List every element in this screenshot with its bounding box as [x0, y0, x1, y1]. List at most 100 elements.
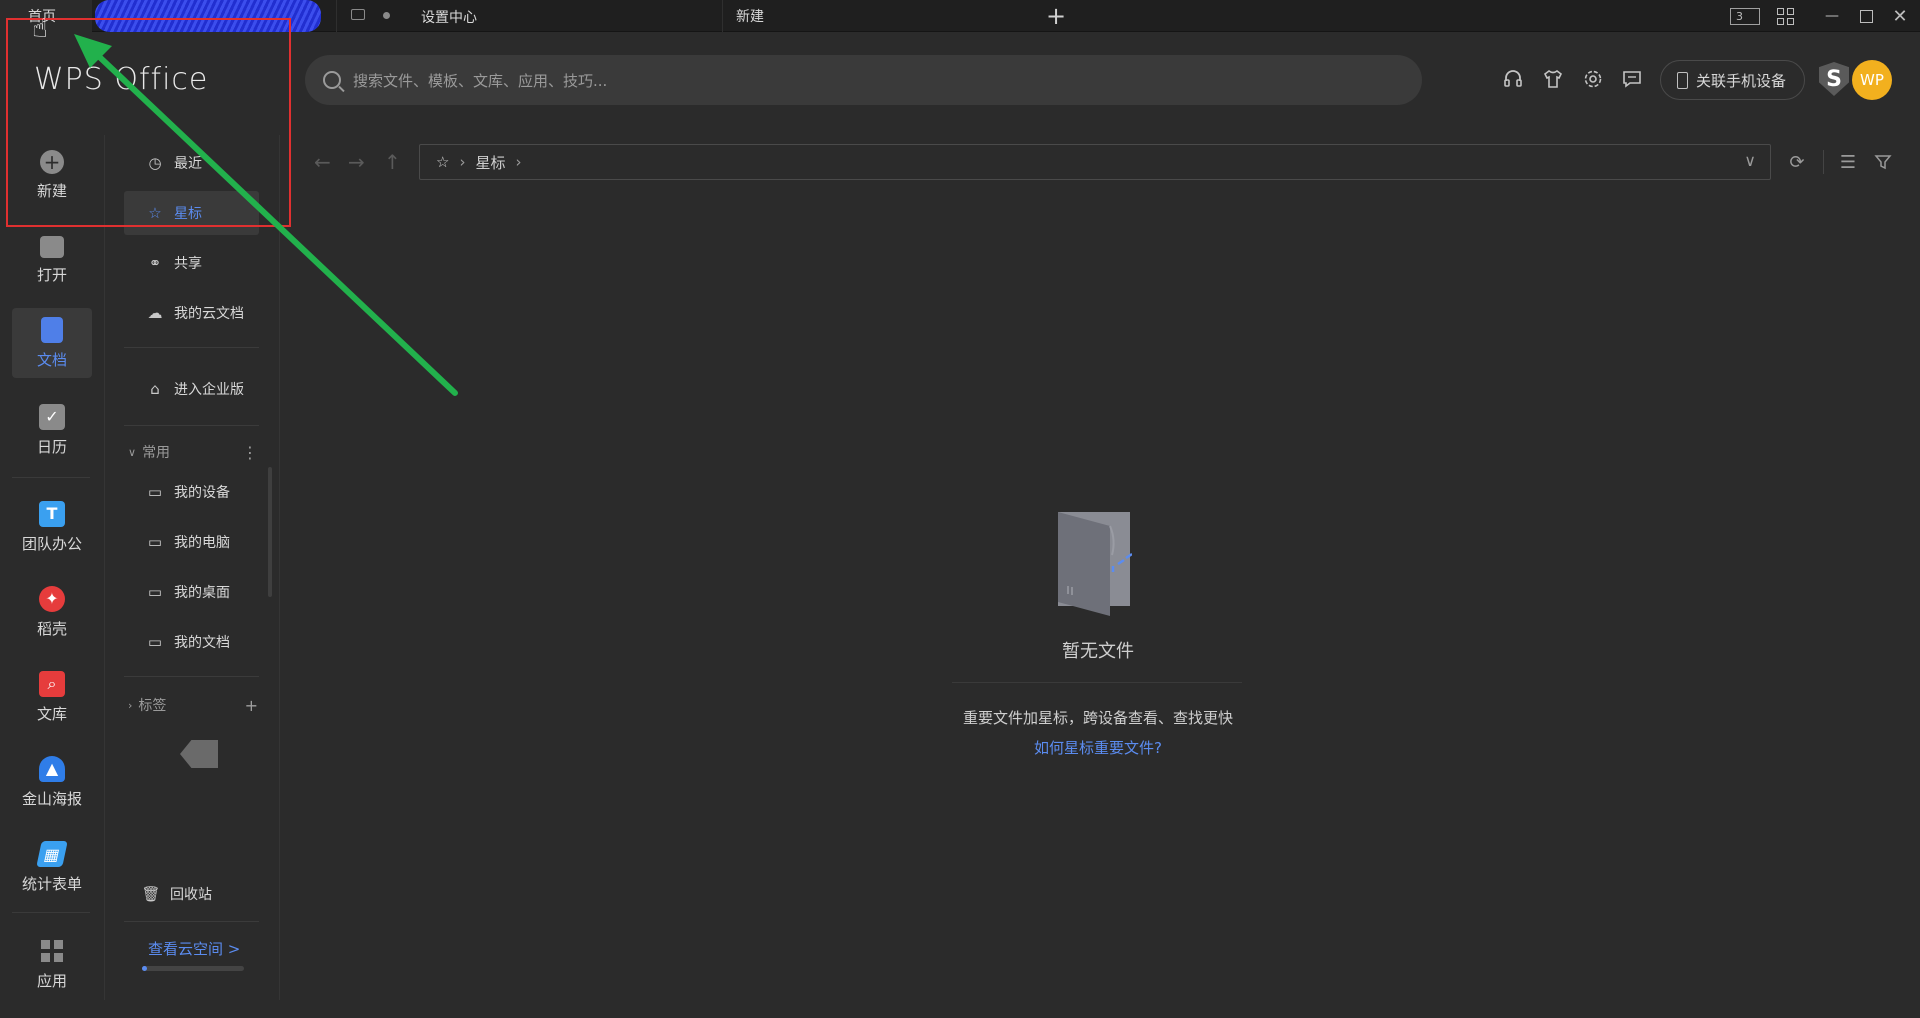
- breadcrumb[interactable]: ☆ › 星标 › ∨: [419, 144, 1771, 180]
- group-label: 标签: [138, 698, 167, 714]
- subnav-scrollbar[interactable]: [268, 467, 272, 597]
- filter-icon[interactable]: [1872, 151, 1894, 173]
- share-icon: ⚭: [148, 254, 162, 272]
- subnav-item-my-device[interactable]: ▭ 我的设备: [124, 470, 259, 514]
- device-icon: ▭: [147, 483, 163, 501]
- rail-label: 金山海报: [21, 789, 82, 808]
- headset-icon[interactable]: [1501, 67, 1525, 91]
- tab-count: 3: [1736, 9, 1743, 23]
- desktop-icon: ▭: [147, 583, 163, 601]
- plus-icon: +: [40, 149, 64, 174]
- rail-item-new[interactable]: + 新建: [12, 140, 92, 210]
- unsaved-dot-icon: [383, 12, 390, 19]
- rail-label: 统计表单: [21, 874, 82, 893]
- rail-item-apps[interactable]: 应用: [12, 929, 92, 999]
- rail-label: 日历: [36, 437, 67, 456]
- building-icon: ⌂: [150, 380, 160, 398]
- title-bar: 首页 设置中心 新建 + 3 — ✕: [0, 0, 1920, 32]
- group-common[interactable]: ∨ 常用 ⋮: [128, 440, 258, 464]
- add-tab-icon[interactable]: +: [1040, 0, 1072, 32]
- avatar-initials: WP: [1860, 71, 1884, 89]
- document-icon: [41, 316, 63, 343]
- tab-new-label: 新建: [736, 9, 764, 25]
- tab-new[interactable]: 新建: [722, 0, 1034, 32]
- refresh-icon[interactable]: ⟳: [1786, 151, 1808, 173]
- forward-arrow-icon[interactable]: →: [348, 150, 365, 174]
- subnav-item-starred[interactable]: ☆ 星标: [124, 191, 259, 235]
- back-arrow-icon[interactable]: ←: [314, 150, 331, 174]
- chevron-down-icon: ∨: [128, 445, 137, 459]
- form-icon: ▦: [36, 840, 68, 867]
- subnav-label: 我的云文档: [174, 306, 244, 322]
- subnav-item-cloud-docs[interactable]: ☁ 我的云文档: [124, 291, 259, 335]
- subnav-item-my-computer[interactable]: ▭ 我的电脑: [124, 520, 259, 564]
- breadcrumb-current[interactable]: 星标: [475, 152, 505, 173]
- subnav-divider: [124, 921, 259, 922]
- subnav-item-shared[interactable]: ⚭ 共享: [124, 241, 259, 285]
- subnav-divider: [124, 347, 259, 348]
- rail-item-team[interactable]: T 团队办公: [12, 492, 92, 562]
- how-to-star-link[interactable]: 如何星标重要文件?: [960, 737, 1236, 758]
- rail-divider: [12, 912, 90, 913]
- subnav-item-recycle[interactable]: 🗑 回收站: [124, 872, 259, 916]
- breadcrumb-separator: ›: [459, 153, 466, 171]
- rail-divider-vertical: [104, 135, 105, 1000]
- skin-shirt-icon[interactable]: [1541, 67, 1565, 91]
- view-cloud-space-link[interactable]: 查看云空间 >: [148, 938, 240, 959]
- message-icon[interactable]: [1620, 67, 1644, 91]
- search-bar[interactable]: 搜索文件、模板、文库、应用、技巧...: [305, 55, 1422, 105]
- subnav-item-enterprise[interactable]: ⌂ 进入企业版: [124, 367, 259, 411]
- link-phone-label: 关联手机设备: [1696, 71, 1787, 90]
- rail-label: 打开: [36, 265, 67, 284]
- rail-label: 文档: [36, 350, 67, 369]
- rail-item-poster[interactable]: ▲ 金山海报: [12, 747, 92, 817]
- group-tags[interactable]: › 标签 +: [128, 693, 258, 717]
- link-phone-button[interactable]: 关联手机设备: [1660, 60, 1805, 100]
- chevron-down-icon[interactable]: ∨: [1744, 151, 1756, 170]
- rail-item-docer[interactable]: ✦ 稻壳: [12, 577, 92, 647]
- add-tag-icon[interactable]: +: [245, 696, 258, 715]
- phone-icon: [1677, 71, 1688, 89]
- tab-settings-center[interactable]: 设置中心: [336, 0, 722, 32]
- list-view-icon[interactable]: ☰: [1837, 151, 1859, 173]
- subnav-item-recent[interactable]: ◷ 最近: [124, 141, 259, 185]
- trash-icon: 🗑: [141, 885, 161, 903]
- clock-icon: ◷: [148, 154, 162, 172]
- subnav-item-my-documents[interactable]: ▭ 我的文档: [124, 620, 259, 664]
- rail-item-docs[interactable]: 文档: [12, 308, 92, 378]
- grid-view-icon[interactable]: [1770, 0, 1800, 32]
- rail-label: 新建: [36, 181, 67, 200]
- subnav-label: 共享: [174, 256, 202, 272]
- avatar[interactable]: WP: [1852, 60, 1892, 100]
- minimize-icon[interactable]: —: [1818, 0, 1846, 32]
- rail-item-form[interactable]: ▦ 统计表单: [12, 832, 92, 902]
- wps-logo: WPS Office: [34, 62, 209, 97]
- cloud-usage-fill: [142, 966, 148, 971]
- gear-icon[interactable]: [1581, 67, 1605, 91]
- library-icon: ⌕: [39, 670, 65, 697]
- close-icon[interactable]: ✕: [1886, 0, 1914, 32]
- rail-item-open[interactable]: 打开: [12, 225, 92, 295]
- empty-folder-icon: [1058, 512, 1132, 616]
- rail-label: 应用: [36, 971, 67, 990]
- subnav-label: 最近: [174, 156, 202, 172]
- tab-list-button[interactable]: 3: [1728, 0, 1762, 32]
- empty-state-description: 重要文件加星标，跨设备查看、查找更快: [962, 709, 1233, 727]
- subnav-item-my-desktop[interactable]: ▭ 我的桌面: [124, 570, 259, 614]
- rail-item-library[interactable]: ⌕ 文库: [12, 662, 92, 732]
- search-icon: [323, 71, 341, 89]
- subnav-label: 我的桌面: [174, 585, 230, 601]
- folder-outline-icon: ▭: [147, 633, 163, 651]
- folder-icon: [40, 235, 64, 258]
- group-label: 常用: [142, 445, 171, 461]
- rail-item-calendar[interactable]: ✓ 日历: [12, 395, 92, 465]
- shield-badge-icon[interactable]: S: [1819, 62, 1849, 96]
- subnav-label: 进入企业版: [174, 382, 244, 398]
- rail-divider: [12, 477, 90, 478]
- empty-state-title: 暂无文件: [1062, 641, 1134, 662]
- restore-icon[interactable]: [1852, 0, 1880, 32]
- up-arrow-icon[interactable]: ↑: [384, 150, 401, 174]
- empty-state-divider: [952, 682, 1242, 683]
- more-vertical-icon[interactable]: ⋮: [242, 443, 258, 462]
- tag-empty-icon: [180, 740, 218, 768]
